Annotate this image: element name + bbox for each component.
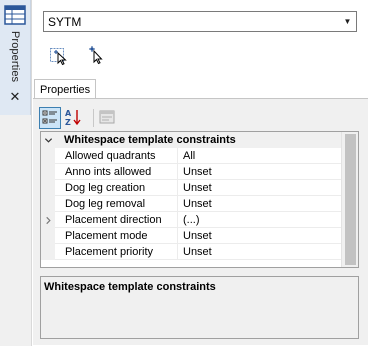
dock-tab-properties[interactable]: Properties ✕ bbox=[0, 0, 31, 115]
property-name: Placement direction bbox=[55, 212, 178, 228]
description-title: Whitespace template constraints bbox=[44, 281, 216, 293]
select-placement-tool[interactable] bbox=[86, 44, 108, 66]
property-row-anno-ints-allowed[interactable]: Anno ints allowed Unset bbox=[41, 164, 341, 180]
chevron-right-icon[interactable] bbox=[41, 212, 55, 228]
property-name: Dog leg removal bbox=[55, 196, 178, 212]
property-pages-icon bbox=[97, 107, 119, 127]
alphabetical-sort-icon: A Z bbox=[63, 107, 85, 127]
tab-properties[interactable]: Properties bbox=[34, 79, 96, 99]
property-grid-rows: Whitespace template constraints Allowed … bbox=[41, 132, 341, 260]
category-row[interactable]: Whitespace template constraints bbox=[41, 132, 341, 148]
property-value[interactable]: All bbox=[178, 148, 341, 164]
pointer-select-icon bbox=[86, 44, 108, 66]
property-value[interactable]: Unset bbox=[178, 180, 341, 196]
property-name: Anno ints allowed bbox=[55, 164, 178, 180]
property-row-placement-priority[interactable]: Placement priority Unset bbox=[41, 244, 341, 260]
property-name: Placement priority bbox=[55, 244, 178, 260]
categorized-icon bbox=[40, 108, 60, 128]
close-icon[interactable]: ✕ bbox=[9, 91, 21, 104]
svg-text:A: A bbox=[65, 109, 72, 118]
property-row-allowed-quadrants[interactable]: Allowed quadrants All bbox=[41, 148, 341, 164]
add-placement-tool[interactable] bbox=[48, 44, 70, 66]
chevron-down-icon[interactable]: ▼ bbox=[339, 12, 356, 31]
property-name: Dog leg creation bbox=[55, 180, 178, 196]
property-toolbar: A Z bbox=[39, 107, 120, 129]
property-name: Allowed quadrants bbox=[55, 148, 178, 164]
property-row-dog-leg-creation[interactable]: Dog leg creation Unset bbox=[41, 180, 341, 196]
object-selector-value: SYTM bbox=[48, 15, 82, 29]
object-selector-dropdown[interactable]: SYTM ▼ bbox=[43, 11, 357, 32]
property-row-placement-direction[interactable]: Placement direction (...) bbox=[41, 212, 341, 228]
property-name: Placement mode bbox=[55, 228, 178, 244]
property-value[interactable]: Unset bbox=[178, 196, 341, 212]
property-value[interactable]: Unset bbox=[178, 228, 341, 244]
property-value[interactable]: Unset bbox=[178, 164, 341, 180]
dock-strip: Properties ✕ bbox=[0, 0, 31, 346]
properties-tab-body: A Z Whitespace template constraints Allo… bbox=[33, 98, 368, 345]
alphabetical-button[interactable]: A Z bbox=[63, 107, 85, 129]
property-row-dog-leg-removal[interactable]: Dog leg removal Unset bbox=[41, 196, 341, 212]
add-cursor-icon bbox=[48, 44, 70, 66]
properties-grid-icon bbox=[4, 5, 26, 25]
property-grid: Whitespace template constraints Allowed … bbox=[40, 131, 359, 268]
dock-label: Properties bbox=[9, 31, 21, 83]
property-value[interactable]: (...) bbox=[178, 212, 341, 228]
chevron-down-icon[interactable] bbox=[41, 132, 55, 148]
description-pane: Whitespace template constraints bbox=[40, 276, 359, 339]
categorized-button[interactable] bbox=[39, 107, 61, 129]
property-pages-button[interactable] bbox=[97, 107, 119, 129]
vertical-scrollbar[interactable] bbox=[341, 132, 358, 267]
toolbar-divider bbox=[93, 109, 94, 127]
property-value[interactable]: Unset bbox=[178, 244, 341, 260]
svg-text:Z: Z bbox=[65, 118, 71, 127]
category-label: Whitespace template constraints bbox=[64, 134, 236, 146]
properties-panel: SYTM ▼ Properties A Z Whitespace templat… bbox=[31, 0, 368, 346]
property-row-placement-mode[interactable]: Placement mode Unset bbox=[41, 228, 341, 244]
scrollbar-thumb[interactable] bbox=[345, 134, 356, 265]
